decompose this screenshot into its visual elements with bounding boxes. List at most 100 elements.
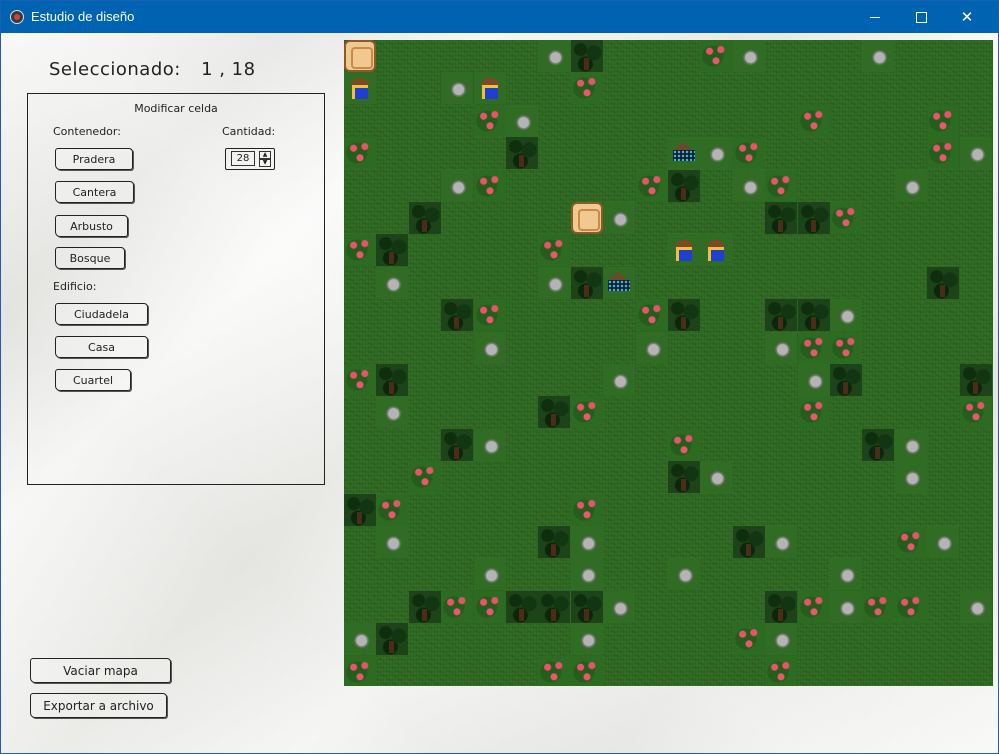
map-cell-forest[interactable] [668, 169, 700, 202]
map-cell-rock[interactable] [538, 266, 571, 299]
map-cell-flower[interactable] [570, 72, 603, 105]
map-cell-flower[interactable] [473, 169, 506, 202]
map-cell-forest[interactable] [570, 266, 603, 299]
map-cell-rock[interactable] [765, 526, 798, 558]
increment-arrow-icon[interactable]: ▲ [259, 151, 271, 159]
map-cell-rock[interactable] [668, 558, 700, 591]
map-cell-flower[interactable] [635, 299, 668, 332]
map-cell-rock[interactable] [830, 590, 862, 623]
map-cell-forest[interactable] [830, 364, 862, 396]
map-cell-rock[interactable] [603, 590, 636, 623]
bosque-button[interactable]: Bosque [55, 247, 125, 269]
map-cell-forest[interactable] [506, 590, 538, 623]
map-cell-forest[interactable] [668, 299, 700, 332]
map-cell-flower[interactable] [473, 590, 506, 623]
map-cell-citadel[interactable] [668, 137, 700, 170]
map-cell-rock[interactable] [473, 428, 506, 461]
casa-button[interactable]: Casa [55, 336, 148, 358]
minimize-button[interactable] [852, 1, 898, 33]
map-cell-rock[interactable] [894, 461, 927, 494]
map-cell-barracks[interactable] [570, 202, 603, 234]
map-cell-forest[interactable] [538, 590, 571, 623]
map-cell-rock[interactable] [376, 266, 409, 299]
map-cell-forest[interactable] [797, 299, 830, 332]
map-cell-rock[interactable] [376, 526, 409, 558]
map-cell-forest[interactable] [765, 299, 798, 332]
map-cell-forest[interactable] [344, 493, 376, 526]
map-cell-flower[interactable] [538, 234, 571, 267]
map-cell-rock[interactable] [635, 331, 668, 364]
map-cell-rock[interactable] [570, 526, 603, 558]
map-cell-flower[interactable] [732, 623, 765, 656]
map-cell-forest[interactable] [765, 590, 798, 623]
map-cell-flower[interactable] [959, 396, 992, 429]
map-cell-rock[interactable] [344, 623, 376, 656]
map-cell-rock[interactable] [603, 364, 636, 396]
close-button[interactable]: ✕ [944, 1, 990, 33]
map-cell-forest[interactable] [441, 428, 474, 461]
title-bar[interactable]: Estudio de diseño ✕ [1, 1, 998, 33]
map-cell-flower[interactable] [765, 655, 798, 686]
map-cell-forest[interactable] [408, 202, 441, 234]
map-cell-rock[interactable] [959, 590, 992, 623]
decrement-arrow-icon[interactable]: ▼ [259, 159, 271, 167]
map-cell-flower[interactable] [732, 137, 765, 170]
quantity-value[interactable]: 28 [231, 151, 255, 166]
quantity-stepper[interactable]: 28 ▲ ▼ [225, 148, 275, 170]
map-cell-house[interactable] [668, 234, 700, 267]
map-cell-rock[interactable] [959, 137, 992, 170]
cuartel-button[interactable]: Cuartel [55, 369, 131, 391]
map-cell-flower[interactable] [344, 655, 376, 686]
map-cell-flower[interactable] [927, 104, 960, 137]
map-cell-rock[interactable] [473, 558, 506, 591]
map-cell-rock[interactable] [376, 396, 409, 429]
map-cell-rock[interactable] [830, 299, 862, 332]
cantera-button[interactable]: Cantera [55, 181, 134, 203]
map-cell-flower[interactable] [344, 137, 376, 170]
map-cell-rock[interactable] [700, 461, 733, 494]
map-cell-forest[interactable] [765, 202, 798, 234]
map-cell-flower[interactable] [635, 169, 668, 202]
maximize-button[interactable] [898, 1, 944, 33]
map-cell-forest[interactable] [668, 461, 700, 494]
map-cell-flower[interactable] [570, 396, 603, 429]
map-cell-forest[interactable] [376, 234, 409, 267]
map-cell-forest[interactable] [959, 364, 992, 396]
map-cell-forest[interactable] [408, 590, 441, 623]
map-cell-rock[interactable] [441, 169, 474, 202]
map-cell-flower[interactable] [570, 493, 603, 526]
map-cell-rock[interactable] [894, 169, 927, 202]
map-cell-flower[interactable] [441, 590, 474, 623]
clear-map-button[interactable]: Vaciar mapa [30, 658, 171, 683]
map-cell-flower[interactable] [830, 331, 862, 364]
map-cell-rock[interactable] [894, 428, 927, 461]
map-cell-flower[interactable] [376, 493, 409, 526]
map-cell-rock[interactable] [765, 331, 798, 364]
map-cell-rock[interactable] [797, 364, 830, 396]
map-cell-rock[interactable] [862, 40, 895, 72]
export-button[interactable]: Exportar a archivo [30, 693, 167, 718]
map-cell-flower[interactable] [700, 40, 733, 72]
map-cell-flower[interactable] [344, 364, 376, 396]
map-cell-forest[interactable] [538, 396, 571, 429]
map-cell-house[interactable] [473, 72, 506, 105]
map-cell-rock[interactable] [603, 202, 636, 234]
map-cell-forest[interactable] [570, 40, 603, 72]
map-cell-flower[interactable] [473, 299, 506, 332]
map-cell-flower[interactable] [765, 169, 798, 202]
map-cell-rock[interactable] [506, 104, 538, 137]
map-cell-flower[interactable] [797, 331, 830, 364]
map-cell-rock[interactable] [473, 331, 506, 364]
map-cell-rock[interactable] [830, 558, 862, 591]
map-cell-citadel[interactable] [603, 266, 636, 299]
map-cell-flower[interactable] [538, 655, 571, 686]
map-cell-barracks[interactable] [344, 40, 376, 72]
map-cell-rock[interactable] [732, 40, 765, 72]
map-cell-forest[interactable] [797, 202, 830, 234]
map-cell-forest[interactable] [441, 299, 474, 332]
map-cell-rock[interactable] [441, 72, 474, 105]
map-cell-rock[interactable] [927, 526, 960, 558]
map-cell-forest[interactable] [506, 137, 538, 170]
map-cell-forest[interactable] [376, 364, 409, 396]
map-cell-flower[interactable] [927, 137, 960, 170]
